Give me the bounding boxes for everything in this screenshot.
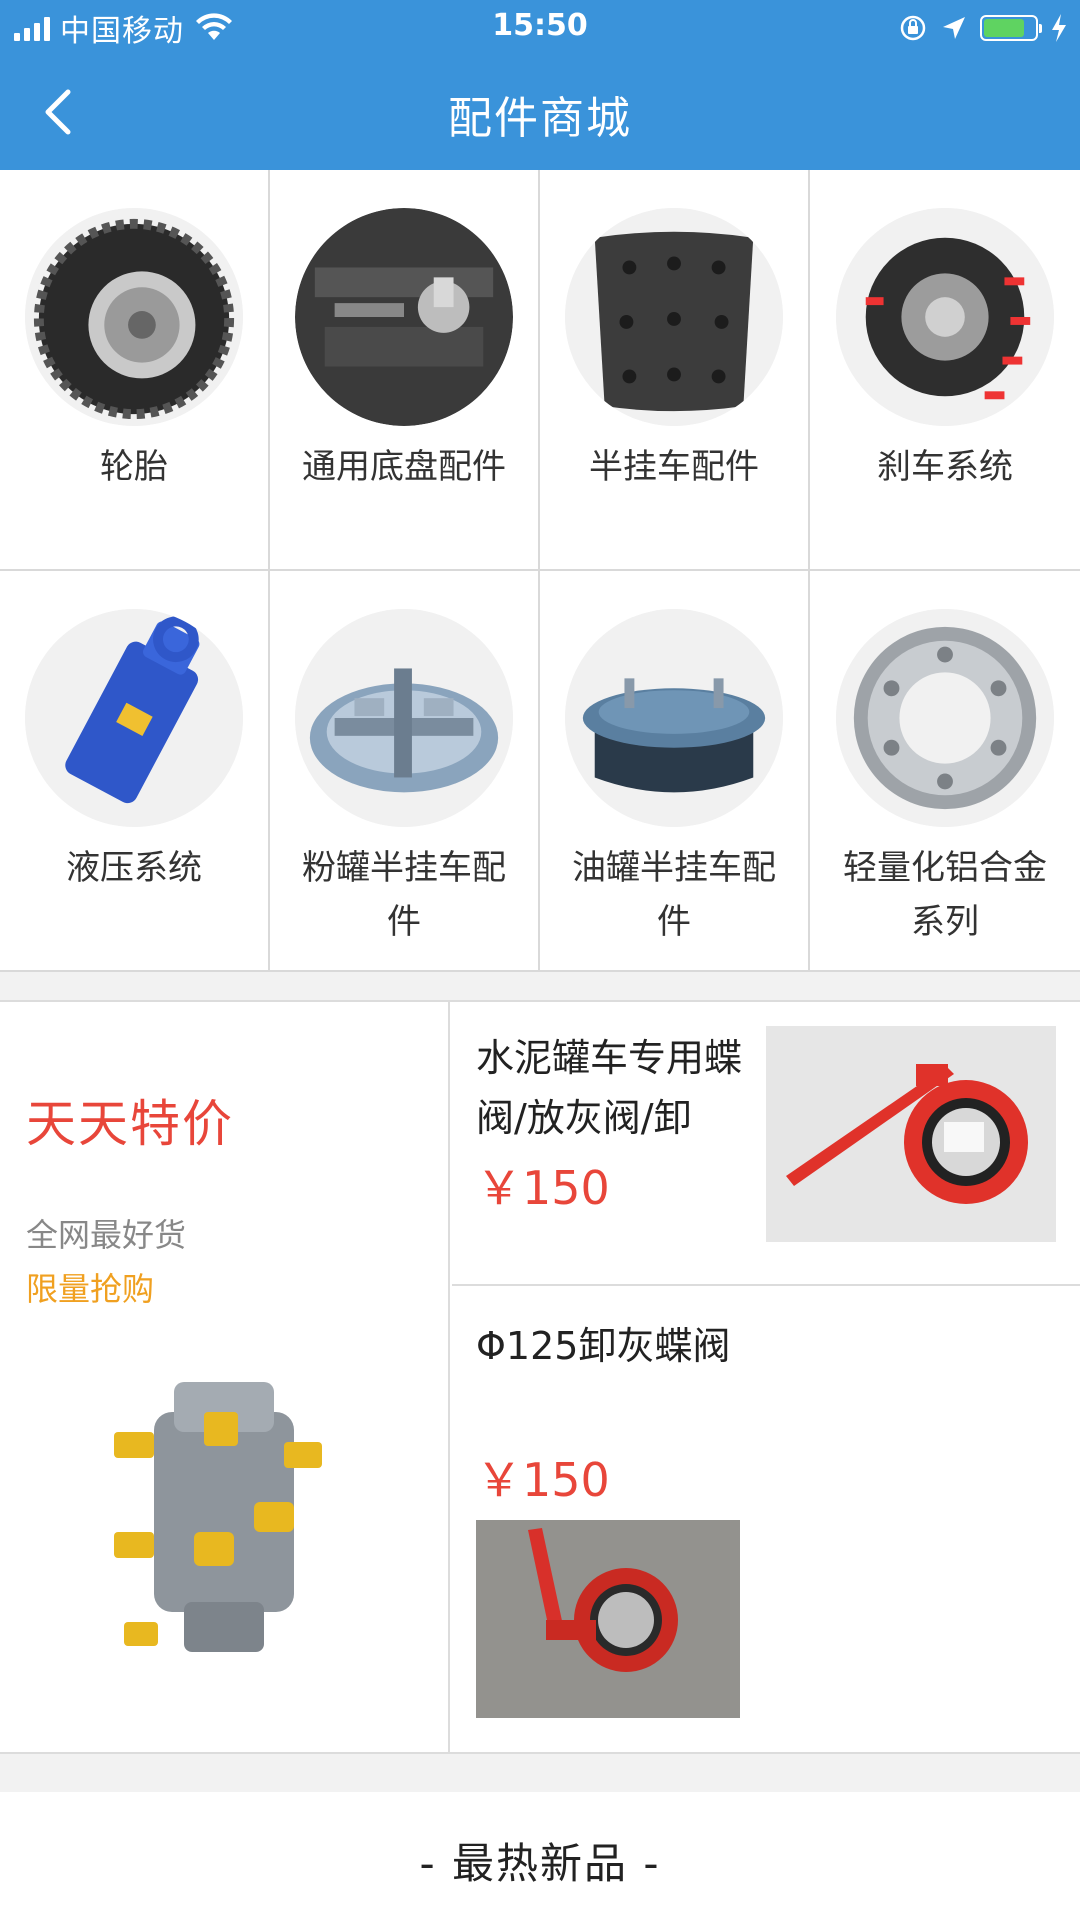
daily-deal-subtitle: 全网最好货 — [26, 1216, 187, 1254]
category-label: 轻量化铝合金系列 — [843, 848, 1047, 942]
product-name: Φ125卸灰蝶阀 — [476, 1324, 731, 1368]
category-powder-tank-parts[interactable]: 粉罐半挂车配件 — [270, 571, 540, 972]
charging-bolt-icon — [1052, 14, 1066, 42]
butterfly-valve-image — [766, 1026, 1056, 1242]
product-price: ￥150 — [476, 1453, 610, 1507]
powder-tank-lid-icon — [295, 609, 513, 827]
category-label: 液压系统 — [66, 848, 202, 888]
header: 中国移动 15:50 配件商城 — [0, 0, 1080, 170]
oil-tank-manhole-icon — [565, 609, 783, 827]
category-label: 通用底盘配件 — [302, 447, 506, 487]
product-name: 水泥罐车专用蝶阀/放灰阀/卸 — [476, 1036, 743, 1140]
battery-fill — [984, 19, 1024, 37]
product-card[interactable]: Φ125卸灰蝶阀 ￥150 — [452, 1286, 1080, 1752]
nav-bar: 配件商城 — [0, 54, 1080, 170]
promo-section: 天天特价 全网最好货 限量抢购 水泥罐车专用蝶阀/放灰阀/卸 ￥150 Φ125… — [0, 1000, 1080, 1754]
chassis-part-icon — [295, 208, 513, 426]
hot-products-title: - 最热新品 - — [419, 1839, 661, 1888]
category-tires[interactable]: 轮胎 — [0, 170, 270, 571]
category-aluminum-series[interactable]: 轻量化铝合金系列 — [810, 571, 1080, 972]
status-right — [898, 8, 1068, 48]
battery-icon — [980, 15, 1042, 41]
butterfly-valve-image — [476, 1520, 740, 1718]
brake-pad-icon — [565, 208, 783, 426]
category-chassis-parts[interactable]: 通用底盘配件 — [270, 170, 540, 571]
category-label: 刹车系统 — [877, 447, 1013, 487]
category-grid: 轮胎 通用底盘配件 半挂车配件 刹车系统 液压系统 粉罐半挂车配件 油罐半挂车配… — [0, 170, 1080, 972]
aluminum-wheel-icon — [836, 609, 1054, 827]
daily-deal-title: 天天特价 — [26, 1095, 234, 1153]
daily-deal-card[interactable]: 天天特价 全网最好货 限量抢购 — [0, 1002, 450, 1752]
product-price: ￥150 — [476, 1161, 610, 1215]
category-hydraulic-system[interactable]: 液压系统 — [0, 571, 270, 972]
page-title: 配件商城 — [448, 93, 632, 144]
category-oil-tank-parts[interactable]: 油罐半挂车配件 — [540, 571, 810, 972]
category-label: 粉罐半挂车配件 — [302, 848, 506, 942]
tire-icon — [25, 208, 243, 426]
daily-deal-note: 限量抢购 — [26, 1270, 155, 1308]
category-brake-system[interactable]: 刹车系统 — [810, 170, 1080, 571]
hydraulic-cylinder-icon — [25, 609, 243, 827]
location-arrow-icon — [943, 17, 965, 39]
status-bar: 中国移动 15:50 — [0, 0, 1080, 54]
category-label: 油罐半挂车配件 — [572, 848, 776, 942]
hot-products-section: - 最热新品 - — [0, 1792, 1080, 1920]
category-semi-trailer-parts[interactable]: 半挂车配件 — [540, 170, 810, 571]
category-label: 半挂车配件 — [589, 447, 759, 487]
relay-valve-image — [114, 1382, 322, 1652]
brake-hub-icon — [836, 208, 1054, 426]
product-card[interactable]: 水泥罐车专用蝶阀/放灰阀/卸 ￥150 — [452, 1002, 1080, 1286]
orientation-lock-icon — [900, 15, 926, 41]
page: 中国移动 15:50 配件商城 轮胎 通用底盘配件 半挂车配件 刹车系统 液压系… — [0, 0, 1080, 1920]
category-label: 轮胎 — [100, 447, 168, 487]
